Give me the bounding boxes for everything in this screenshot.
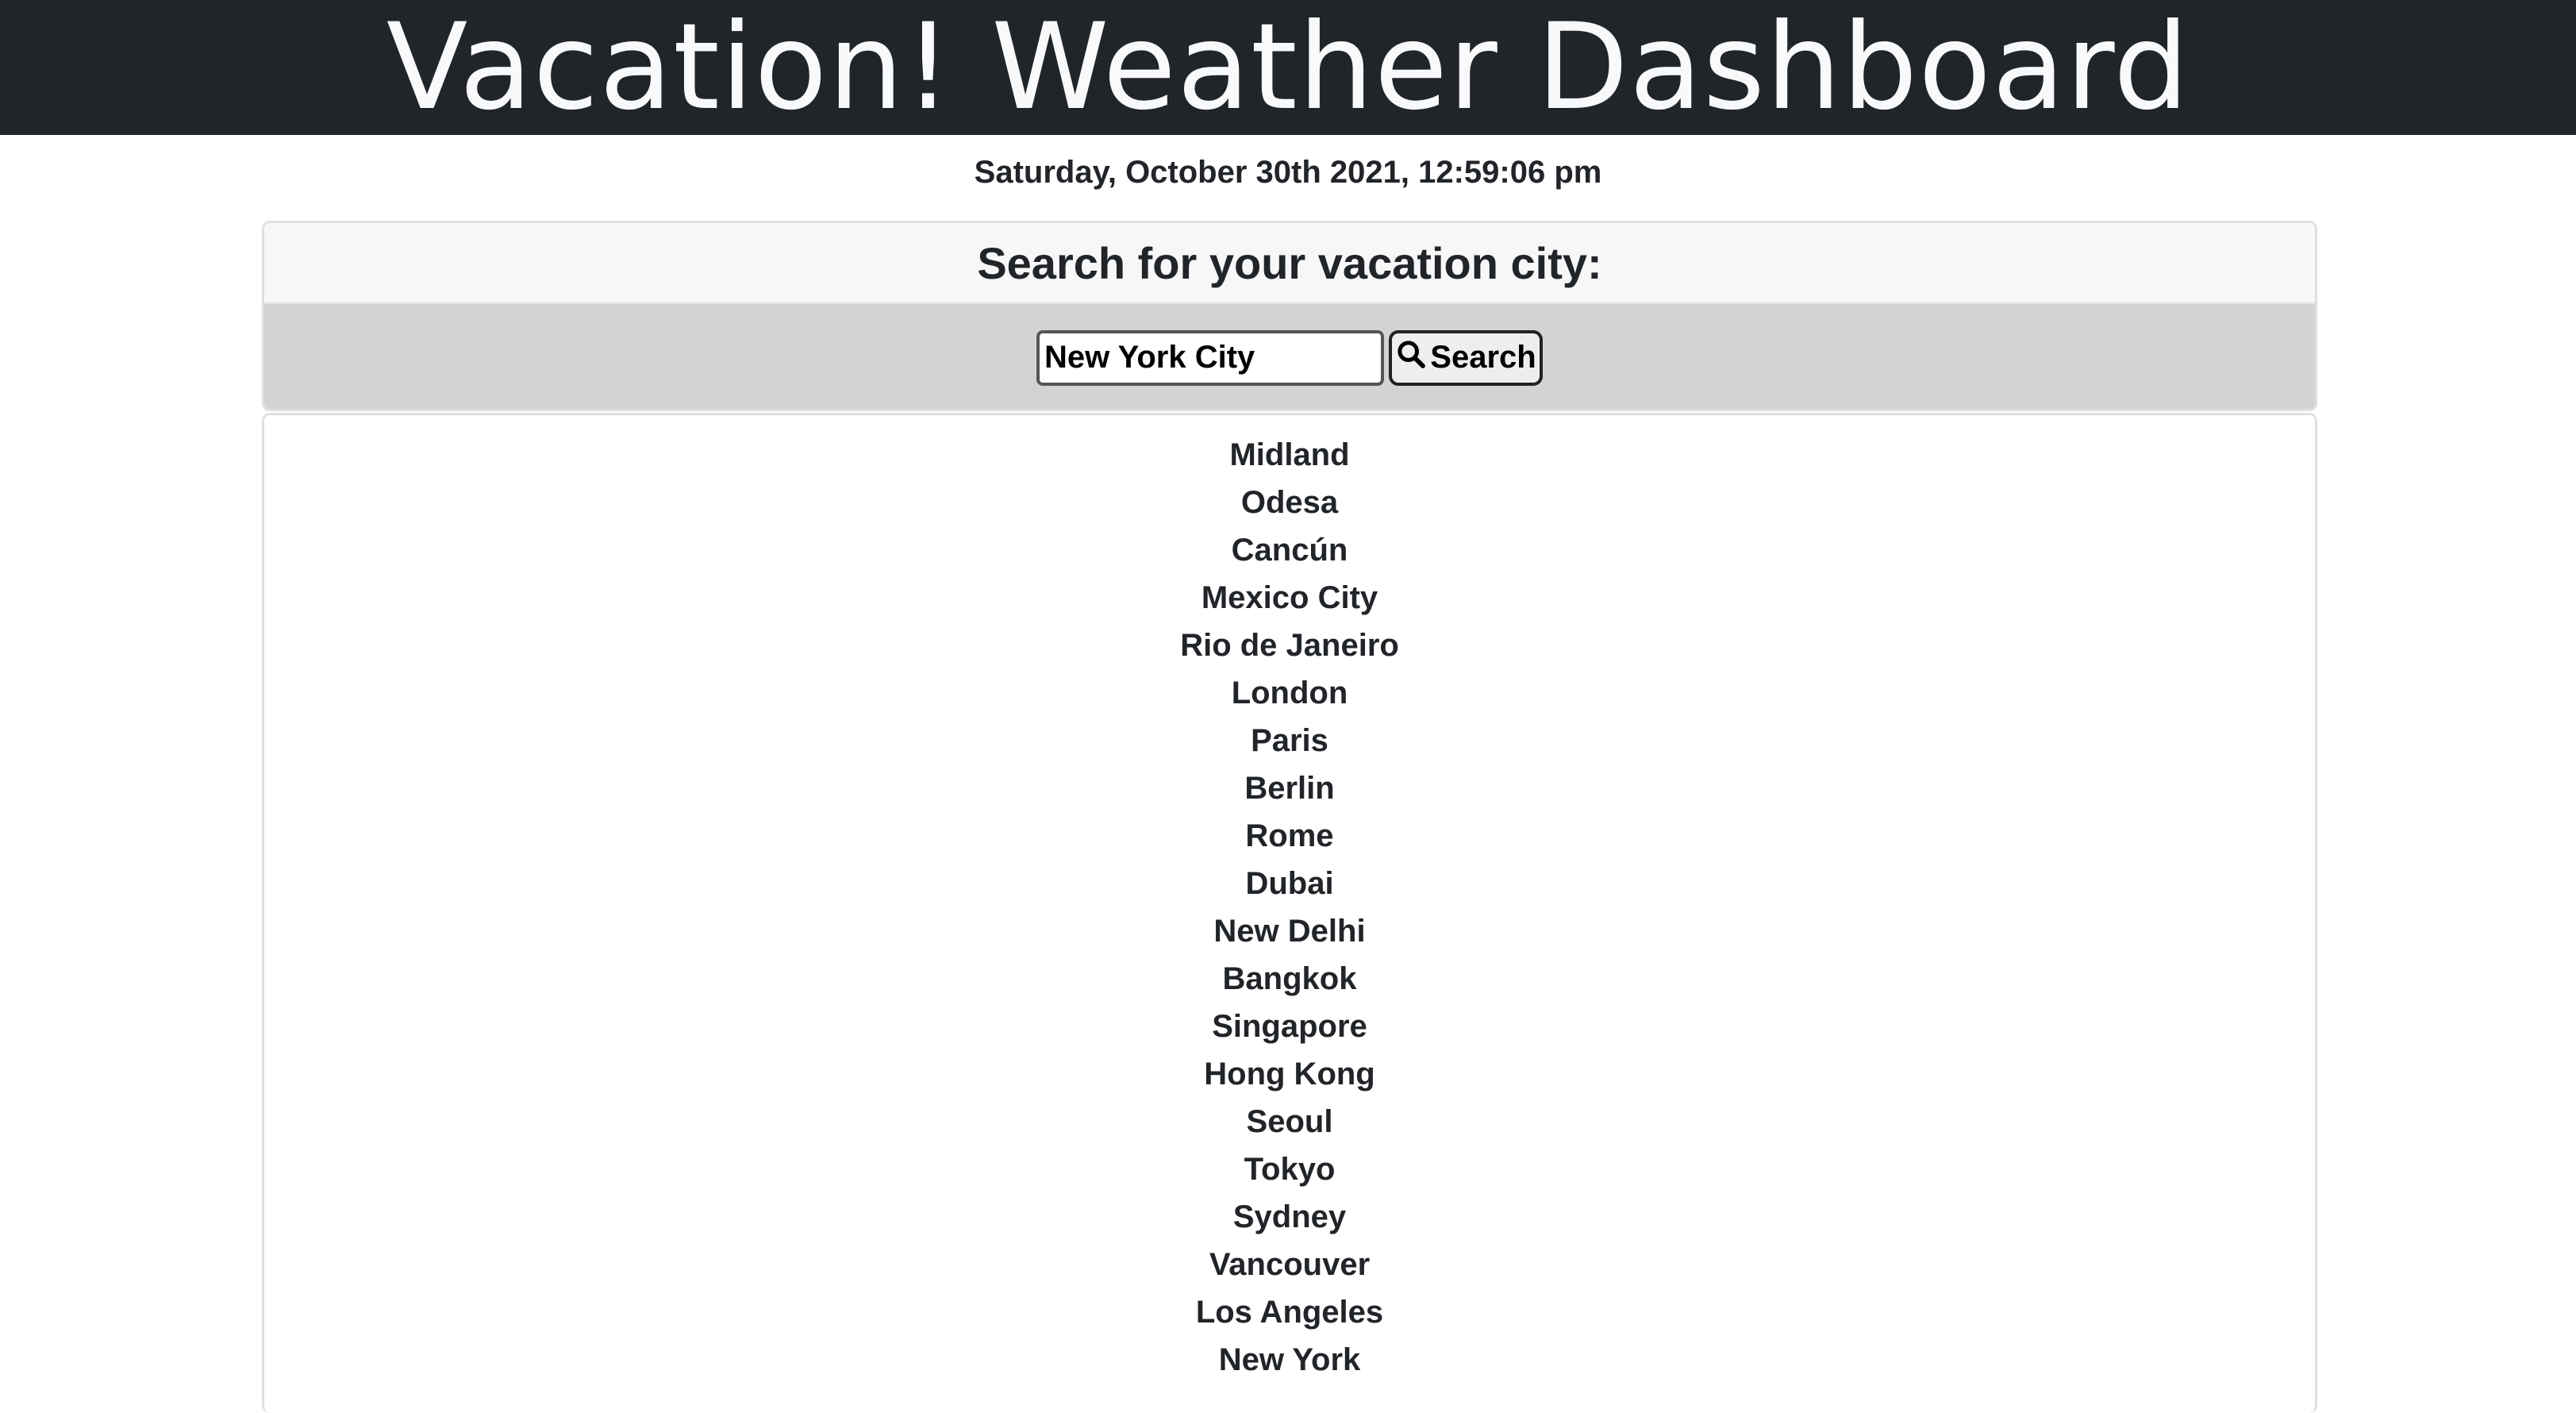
city-item-los-angeles[interactable]: Los Angeles bbox=[264, 1288, 2315, 1336]
city-item-new-delhi[interactable]: New Delhi bbox=[264, 907, 2315, 955]
current-datetime: Saturday, October 30th 2021, 12:59:06 pm bbox=[974, 155, 1602, 190]
search-icon bbox=[1395, 338, 1427, 378]
city-item-seoul[interactable]: Seoul bbox=[264, 1098, 2315, 1145]
city-item-bangkok[interactable]: Bangkok bbox=[264, 955, 2315, 1003]
city-item-rio-de-janeiro[interactable]: Rio de Janeiro bbox=[264, 622, 2315, 669]
city-item-new-york[interactable]: New York bbox=[264, 1336, 2315, 1384]
city-list: Midland Odesa Cancún Mexico City Rio de … bbox=[264, 415, 2315, 1384]
search-button-label: Search bbox=[1430, 340, 1536, 375]
city-item-hong-kong[interactable]: Hong Kong bbox=[264, 1050, 2315, 1098]
city-item-sydney[interactable]: Sydney bbox=[264, 1193, 2315, 1241]
city-item-rome[interactable]: Rome bbox=[264, 812, 2315, 860]
city-item-cancun[interactable]: Cancún bbox=[264, 526, 2315, 574]
city-item-dubai[interactable]: Dubai bbox=[264, 860, 2315, 907]
city-item-mexico-city[interactable]: Mexico City bbox=[264, 574, 2315, 622]
city-item-singapore[interactable]: Singapore bbox=[264, 1003, 2315, 1050]
search-heading: Search for your vacation city: bbox=[264, 223, 2315, 304]
city-item-vancouver[interactable]: Vancouver bbox=[264, 1241, 2315, 1288]
city-item-tokyo[interactable]: Tokyo bbox=[264, 1145, 2315, 1193]
city-item-midland[interactable]: Midland bbox=[264, 431, 2315, 479]
search-form: Search bbox=[264, 304, 2315, 409]
city-history-card: Midland Odesa Cancún Mexico City Rio de … bbox=[262, 413, 2317, 1413]
search-button[interactable]: Search bbox=[1389, 329, 1543, 386]
page-title: Vacation! Weather Dashboard bbox=[386, 0, 2190, 137]
city-item-berlin[interactable]: Berlin bbox=[264, 764, 2315, 812]
page-header: Vacation! Weather Dashboard bbox=[0, 0, 2576, 135]
city-item-odesa[interactable]: Odesa bbox=[264, 479, 2315, 526]
city-item-london[interactable]: London bbox=[264, 669, 2315, 717]
city-item-paris[interactable]: Paris bbox=[264, 717, 2315, 764]
city-search-input[interactable] bbox=[1036, 329, 1384, 386]
search-card: Search for your vacation city: Search bbox=[262, 221, 2317, 411]
